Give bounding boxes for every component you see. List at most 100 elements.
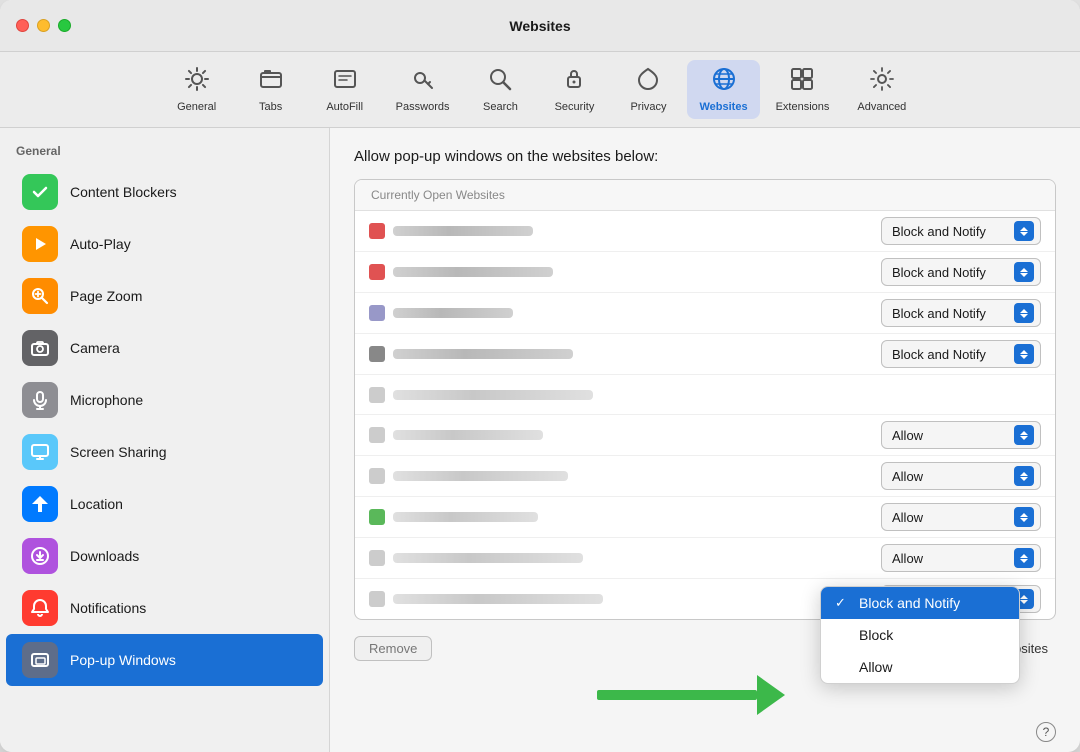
toolbar-label-privacy: Privacy bbox=[630, 101, 666, 113]
toolbar-item-security[interactable]: Security bbox=[539, 60, 609, 119]
select-allow-6[interactable]: Allow bbox=[881, 421, 1041, 449]
table-row: Allow bbox=[355, 497, 1055, 538]
toolbar-label-security: Security bbox=[555, 101, 595, 113]
toolbar-label-general: General bbox=[177, 101, 216, 113]
close-button[interactable] bbox=[16, 19, 29, 32]
site-favicon bbox=[369, 346, 385, 362]
sidebar-item-label-location: Location bbox=[70, 496, 123, 512]
checkmark-icon: ✓ bbox=[835, 595, 851, 611]
select-block-notify-4[interactable]: Block and Notify bbox=[881, 340, 1041, 368]
site-favicon bbox=[369, 468, 385, 484]
sidebar-item-microphone[interactable]: Microphone bbox=[6, 374, 323, 426]
table-row: Block and Notify bbox=[355, 334, 1055, 375]
site-url bbox=[393, 594, 603, 604]
toolbar-item-tabs[interactable]: Tabs bbox=[236, 60, 306, 119]
site-info bbox=[369, 387, 1041, 403]
select-value-9: Allow bbox=[892, 551, 923, 566]
toolbar-item-search[interactable]: Search bbox=[465, 60, 535, 119]
sidebar-item-screen-sharing[interactable]: Screen Sharing bbox=[6, 426, 323, 478]
site-favicon bbox=[369, 223, 385, 239]
minimize-button[interactable] bbox=[37, 19, 50, 32]
select-arrows-7 bbox=[1014, 466, 1034, 486]
site-info bbox=[369, 550, 881, 566]
screen-sharing-icon bbox=[22, 434, 58, 470]
window: Websites General Tabs bbox=[0, 0, 1080, 752]
sidebar-item-popup-windows[interactable]: Pop-up Windows bbox=[6, 634, 323, 686]
sidebar-item-camera[interactable]: Camera bbox=[6, 322, 323, 374]
table-row: Block and Notify bbox=[355, 211, 1055, 252]
page-zoom-icon bbox=[22, 278, 58, 314]
table-row: Allow bbox=[355, 538, 1055, 579]
select-allow-8[interactable]: Allow bbox=[881, 503, 1041, 531]
site-info bbox=[369, 427, 881, 443]
toolbar-label-tabs: Tabs bbox=[259, 101, 282, 113]
tabs-icon bbox=[258, 66, 284, 97]
popup-windows-icon bbox=[22, 642, 58, 678]
sidebar-item-label-screen-sharing: Screen Sharing bbox=[70, 444, 167, 460]
toolbar-item-autofill[interactable]: AutoFill bbox=[310, 60, 380, 119]
select-allow-7[interactable]: Allow bbox=[881, 462, 1041, 490]
toolbar-item-general[interactable]: General bbox=[162, 60, 232, 119]
select-value-2: Block and Notify bbox=[892, 265, 986, 280]
window-controls bbox=[16, 19, 71, 32]
websites-icon bbox=[711, 66, 737, 97]
table-row: Block and Notify bbox=[355, 293, 1055, 334]
toolbar-item-websites[interactable]: Websites bbox=[687, 60, 759, 119]
autofill-icon bbox=[332, 66, 358, 97]
dropdown-item-block[interactable]: Block bbox=[821, 619, 1019, 651]
site-favicon bbox=[369, 427, 385, 443]
toolbar-item-passwords[interactable]: Passwords bbox=[384, 60, 462, 119]
site-favicon bbox=[369, 550, 385, 566]
sidebar-item-label-auto-play: Auto-Play bbox=[70, 236, 131, 252]
site-url bbox=[393, 430, 543, 440]
sidebar-section-label: General bbox=[0, 144, 329, 166]
auto-play-icon bbox=[22, 226, 58, 262]
sidebar: General Content Blockers Auto-Play bbox=[0, 128, 330, 752]
site-info bbox=[369, 509, 881, 525]
toolbar-label-autofill: AutoFill bbox=[326, 101, 363, 113]
site-favicon bbox=[369, 591, 385, 607]
sidebar-item-label-camera: Camera bbox=[70, 340, 120, 356]
select-value-4: Block and Notify bbox=[892, 347, 986, 362]
select-value-7: Allow bbox=[892, 469, 923, 484]
dropdown-label-block: Block bbox=[859, 627, 893, 643]
select-block-notify-1[interactable]: Block and Notify bbox=[881, 217, 1041, 245]
toolbar-item-extensions[interactable]: Extensions bbox=[764, 60, 842, 119]
sidebar-item-notifications[interactable]: Notifications bbox=[6, 582, 323, 634]
select-block-notify-3[interactable]: Block and Notify bbox=[881, 299, 1041, 327]
select-value-8: Allow bbox=[892, 510, 923, 525]
table-row bbox=[355, 375, 1055, 415]
content-header: Allow pop-up windows on the websites bel… bbox=[354, 148, 1056, 165]
sidebar-item-label-notifications: Notifications bbox=[70, 600, 146, 616]
dropdown-item-block-notify[interactable]: ✓ Block and Notify bbox=[821, 587, 1019, 619]
table-row: Allow bbox=[355, 456, 1055, 497]
sidebar-item-content-blockers[interactable]: Content Blockers bbox=[6, 166, 323, 218]
table-header: Currently Open Websites bbox=[355, 180, 1055, 211]
maximize-button[interactable] bbox=[58, 19, 71, 32]
sidebar-item-label-downloads: Downloads bbox=[70, 548, 139, 564]
remove-button[interactable]: Remove bbox=[354, 636, 432, 661]
sidebar-item-location[interactable]: Location bbox=[6, 478, 323, 530]
toolbar-item-advanced[interactable]: Advanced bbox=[845, 60, 918, 119]
green-arrow bbox=[597, 675, 785, 715]
select-arrows-2 bbox=[1014, 262, 1034, 282]
site-info bbox=[369, 223, 881, 239]
sidebar-item-downloads[interactable]: Downloads bbox=[6, 530, 323, 582]
toolbar: General Tabs AutoFill bbox=[0, 52, 1080, 128]
search-icon bbox=[487, 66, 513, 97]
select-arrows-1 bbox=[1014, 221, 1034, 241]
select-allow-9[interactable]: Allow bbox=[881, 544, 1041, 572]
websites-table: Currently Open Websites Block and Notify bbox=[354, 179, 1056, 620]
sidebar-item-page-zoom[interactable]: Page Zoom bbox=[6, 270, 323, 322]
arrow-head bbox=[757, 675, 785, 715]
sidebar-item-auto-play[interactable]: Auto-Play bbox=[6, 218, 323, 270]
dropdown-label-allow: Allow bbox=[859, 659, 892, 675]
site-url bbox=[393, 349, 573, 359]
privacy-icon bbox=[635, 66, 661, 97]
select-block-notify-2[interactable]: Block and Notify bbox=[881, 258, 1041, 286]
help-button[interactable]: ? bbox=[1036, 722, 1056, 742]
toolbar-item-privacy[interactable]: Privacy bbox=[613, 60, 683, 119]
site-url bbox=[393, 308, 513, 318]
select-value-1: Block and Notify bbox=[892, 224, 986, 239]
dropdown-item-allow[interactable]: Allow bbox=[821, 651, 1019, 683]
